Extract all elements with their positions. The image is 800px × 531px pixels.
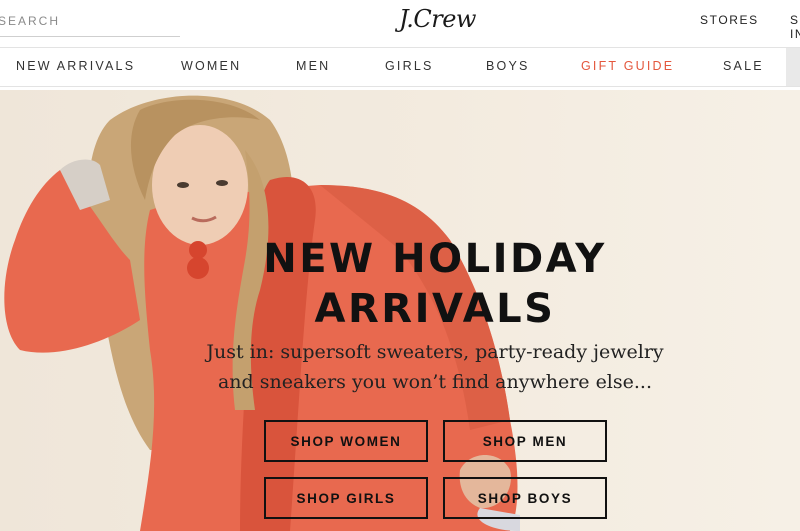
hero-subtext: Just in: supersoft sweaters, party-ready… bbox=[180, 337, 690, 397]
nav-item-men[interactable]: MEN bbox=[296, 59, 330, 73]
main-nav: NEW ARRIVALS WOMEN MEN GIRLS BOYS GIFT G… bbox=[0, 47, 800, 87]
top-bar: J.Crew STORES SIGN IN bbox=[0, 0, 800, 46]
search-input[interactable] bbox=[0, 8, 170, 34]
hero-headline-line-1: NEW HOLIDAY bbox=[263, 236, 607, 282]
nav-item-gift-guide[interactable]: GIFT GUIDE bbox=[581, 59, 674, 73]
hero-subtext-line-2: and sneakers you won’t find anywhere els… bbox=[217, 371, 652, 393]
logo[interactable]: J.Crew bbox=[399, 5, 476, 33]
nav-item-new-arrivals[interactable]: NEW ARRIVALS bbox=[16, 59, 135, 73]
nav-item-boys[interactable]: BOYS bbox=[486, 59, 530, 73]
nav-item-sale[interactable]: SALE bbox=[723, 59, 764, 73]
shop-boys-button[interactable]: SHOP BOYS bbox=[443, 477, 607, 519]
search-box[interactable] bbox=[0, 8, 180, 37]
hero-subtext-line-1: Just in: supersoft sweaters, party-ready… bbox=[206, 341, 664, 363]
shop-girls-button[interactable]: SHOP GIRLS bbox=[264, 477, 428, 519]
nav-item-girls[interactable]: GIRLS bbox=[385, 59, 434, 73]
nav-scroll-handle[interactable] bbox=[786, 48, 800, 86]
shop-women-button[interactable]: SHOP WOMEN bbox=[264, 420, 428, 462]
shop-men-button[interactable]: SHOP MEN bbox=[443, 420, 607, 462]
stores-link[interactable]: STORES bbox=[700, 13, 759, 27]
sign-in-link[interactable]: SIGN IN bbox=[790, 13, 800, 41]
nav-item-women[interactable]: WOMEN bbox=[181, 59, 241, 73]
hero-headline: NEW HOLIDAY ARRIVALS bbox=[230, 234, 640, 334]
hero-banner[interactable]: NEW HOLIDAY ARRIVALS Just in: supersoft … bbox=[0, 90, 800, 531]
hero-headline-line-2: ARRIVALS bbox=[314, 286, 556, 332]
